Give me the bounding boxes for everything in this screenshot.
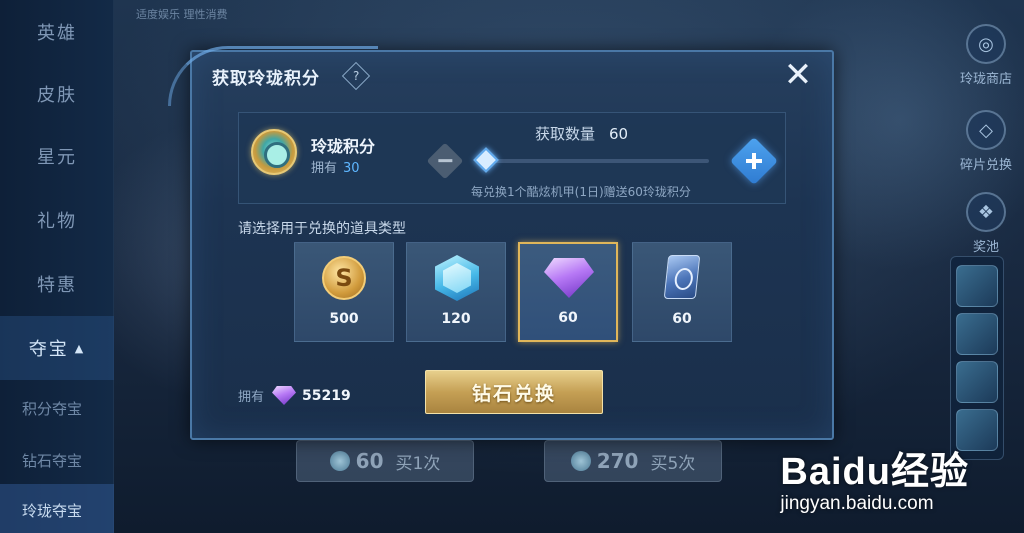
quantity-slider-handle[interactable]: [473, 147, 499, 173]
diamond-balance: 拥有 55219: [238, 386, 351, 405]
nav-item-gifts[interactable]: 礼物: [0, 188, 114, 252]
subnav-item-linglong-treasure[interactable]: 玲珑夺宝: [0, 484, 114, 533]
paw-icon: du: [842, 451, 891, 493]
subnav-item-diamond-treasure[interactable]: 钻石夺宝: [0, 434, 114, 486]
dialog-title: 获取玲珑积分: [212, 69, 320, 89]
fragment-icon: ◇: [966, 110, 1006, 150]
points-quantity-panel: 玲珑积分 拥有 30 获取数量 60 每兑换1个酷炫机甲(1日)赠送60玲珑积分: [238, 112, 786, 204]
item-option-crystal[interactable]: 120: [406, 242, 506, 342]
buy-once-button[interactable]: 60 买1次: [296, 440, 474, 482]
prize-slot[interactable]: [956, 265, 998, 307]
decrease-button[interactable]: [426, 142, 464, 180]
item-option-diamond[interactable]: 60: [518, 242, 618, 342]
close-icon[interactable]: ✕: [780, 58, 816, 94]
nav-item-stars[interactable]: 星元: [0, 124, 114, 188]
prize-slot[interactable]: [956, 313, 998, 355]
get-points-dialog: 获取玲珑积分 ? ✕ 玲珑积分 拥有 30 获取数量 60 每兑换1个酷炫机甲(1日…: [168, 46, 834, 440]
prize-slot[interactable]: [956, 361, 998, 403]
linglong-coin-icon: [570, 451, 591, 471]
caret-up-icon: ▲: [74, 341, 86, 355]
shop-icon: ◎: [966, 24, 1006, 64]
item-option-gold-coin[interactable]: S 500: [294, 242, 394, 342]
minus-icon: [438, 159, 453, 163]
card-icon: [663, 255, 701, 299]
points-owned: 拥有 30: [311, 161, 360, 176]
fragment-exchange-button[interactable]: ◇ 碎片兑换: [948, 110, 1024, 190]
linglong-points-icon: [251, 129, 297, 175]
bonus-note: 每兑换1个酷炫机甲(1日)赠送60玲珑积分: [471, 185, 691, 199]
watermark-url: jingyan.baidu.com: [780, 493, 934, 514]
prize-pool-icon: ❖: [966, 192, 1006, 232]
buy-five-button[interactable]: 270 买5次: [544, 440, 722, 482]
diamond-icon: [544, 258, 594, 298]
points-name: 玲珑积分: [311, 137, 376, 156]
increase-button[interactable]: [729, 136, 779, 186]
subnav-item-points-treasure[interactable]: 积分夺宝: [0, 382, 114, 434]
item-type-label: 请选择用于兑换的道具类型: [238, 221, 406, 237]
quantity-readout: 获取数量 60: [535, 125, 629, 143]
quantity-slider-track[interactable]: [483, 159, 709, 163]
watermark-brand: Baidu经验: [780, 451, 969, 493]
diamond-exchange-button[interactable]: 钻石兑换: [425, 370, 603, 414]
linglong-coin-icon: [329, 451, 350, 471]
prize-preview-strip: [950, 256, 1004, 460]
gold-coin-icon: S: [322, 256, 366, 300]
shop-button[interactable]: ◎ 玲珑商店: [948, 24, 1024, 104]
baidu-jingyan-watermark: Baidu经验 jingyan.baidu.com: [780, 440, 969, 515]
nav-item-skins[interactable]: 皮肤: [0, 62, 114, 126]
nav-item-treasure[interactable]: 夺宝 ▲: [0, 316, 114, 380]
nav-item-deals[interactable]: 特惠: [0, 252, 114, 316]
diamond-icon: [272, 386, 297, 405]
item-option-card[interactable]: 60: [632, 242, 732, 342]
nav-item-heroes[interactable]: 英雄: [0, 0, 114, 64]
left-nav: 英雄 皮肤 星元 礼物 特惠 夺宝 ▲ 积分夺宝 钻石夺宝 玲珑夺宝: [0, 0, 114, 533]
healthy-gaming-hint: 适度娱乐 理性消费: [136, 8, 228, 21]
crystal-icon: [435, 255, 479, 301]
